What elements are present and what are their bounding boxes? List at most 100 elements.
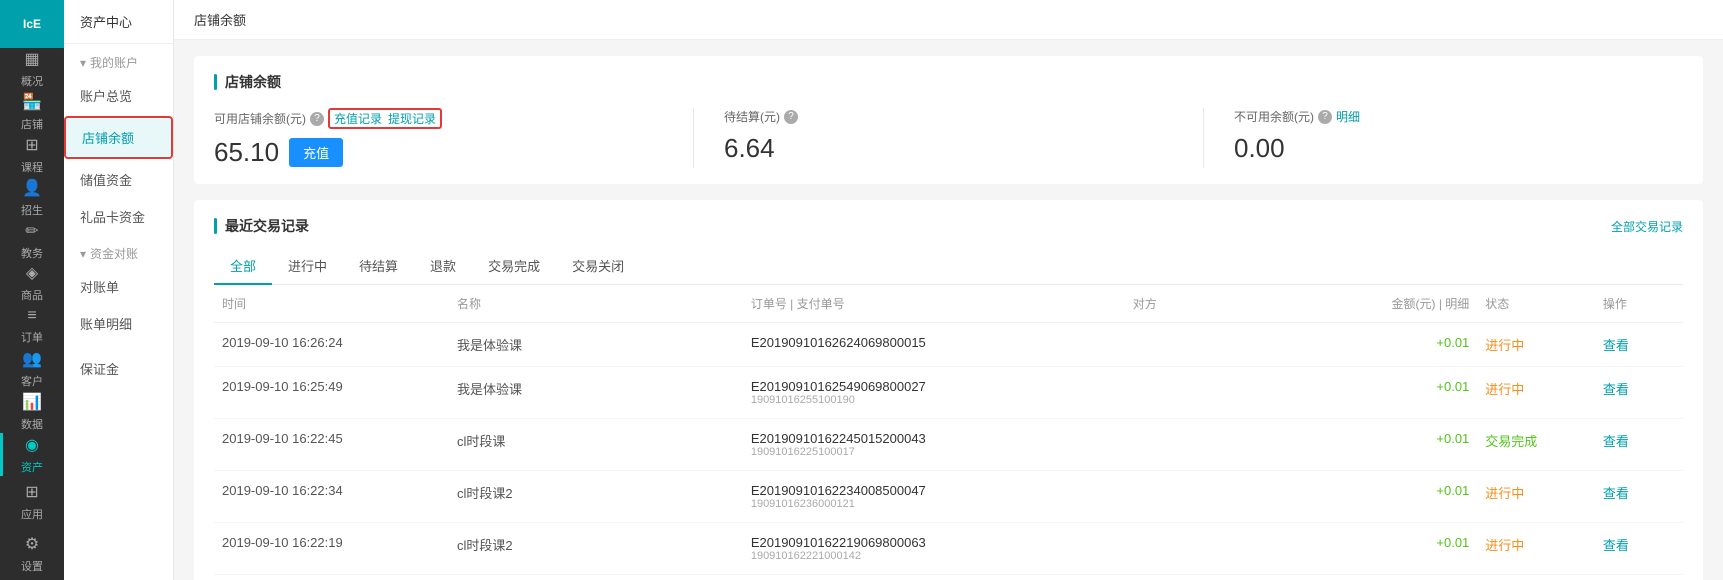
unavailable-detail-link[interactable]: 明细 [1336, 108, 1360, 125]
tab-inprogress[interactable]: 进行中 [272, 248, 343, 285]
cell-order-0: E20190910162624069800015 [743, 323, 1125, 367]
content-area: 店铺余额 可用店铺余额(元) ? 充值记录 提现记录 65.10 充值 [174, 40, 1723, 580]
cell-time-4: 2019-09-10 16:22:19 [214, 523, 449, 575]
teacher-icon: ✏ [25, 221, 38, 241]
unavailable-info-icon[interactable]: ? [1318, 110, 1332, 124]
cell-action-0[interactable]: 查看 [1595, 323, 1683, 367]
unavailable-value: 0.00 [1234, 133, 1683, 164]
cell-action-2[interactable]: 查看 [1595, 419, 1683, 471]
sidebar-item-asset[interactable]: ◉ 资产 [0, 433, 64, 476]
my-account-group: ▾ 我的账户 [64, 44, 173, 77]
sidebar-item-settings[interactable]: ⚙ 设置 [0, 528, 64, 580]
tab-all[interactable]: 全部 [214, 248, 272, 285]
sidebar-item-order[interactable]: ≡ 订单 [0, 305, 64, 348]
tab-refund[interactable]: 退款 [414, 248, 472, 285]
records-title: 最近交易记录 [214, 216, 309, 236]
col-status: 状态 [1477, 285, 1595, 323]
customer-icon: 👥 [22, 349, 42, 369]
nav-deposit[interactable]: 保证金 [64, 350, 173, 387]
tab-pending[interactable]: 待结算 [343, 248, 414, 285]
breadcrumb: 店铺余额 [174, 0, 1723, 40]
col-counterpart: 对方 [1125, 285, 1301, 323]
cell-counterpart-3 [1125, 471, 1301, 523]
sidebar-label-data: 数据 [21, 416, 43, 432]
sidebar-label-recruit: 招生 [21, 202, 43, 218]
cell-order-3: E20190910162234008500047 190910162360001… [743, 471, 1125, 523]
table-row: 2019-09-10 16:22:45 cl时段课 E2019091016224… [214, 419, 1683, 471]
cell-action-4[interactable]: 查看 [1595, 523, 1683, 575]
table-row: 2019-09-10 16:22:19 cl时段课2 E201909101622… [214, 523, 1683, 575]
sidebar-item-data[interactable]: 📊 数据 [0, 390, 64, 433]
settings-icon: ⚙ [25, 534, 39, 554]
tab-done[interactable]: 交易完成 [472, 248, 556, 285]
sidebar-item-overview[interactable]: ▦ 概况 [0, 48, 64, 91]
cell-action-3[interactable]: 查看 [1595, 471, 1683, 523]
data-icon: 📊 [22, 392, 42, 412]
app-logo: IcE [0, 0, 64, 48]
action-link-3: 查看 [1603, 486, 1629, 501]
nav-account-overview[interactable]: 账户总览 [64, 77, 173, 114]
recharge-record-link[interactable]: 充值记录 [334, 110, 382, 127]
sidebar-item-apps[interactable]: ⊞ 应用 [0, 476, 64, 528]
balance-divider-2 [1203, 108, 1204, 168]
sidebar-label-apps: 应用 [21, 506, 43, 522]
nav-account-bill[interactable]: 对账单 [64, 268, 173, 305]
view-all-link[interactable]: 全部交易记录 [1611, 218, 1683, 235]
action-link-0: 查看 [1603, 338, 1629, 353]
cell-counterpart-0 [1125, 323, 1301, 367]
action-link-4: 查看 [1603, 538, 1629, 553]
sidebar-item-goods[interactable]: ◈ 商品 [0, 262, 64, 305]
main-content: 店铺余额 店铺余额 可用店铺余额(元) ? 充值记录 提现记录 [174, 0, 1723, 580]
available-info-icon[interactable]: ? [310, 112, 324, 126]
sidebar-item-shop[interactable]: 🏪 店铺 [0, 91, 64, 134]
withdraw-record-link[interactable]: 提现记录 [388, 110, 436, 127]
cell-status-0: 进行中 [1477, 323, 1595, 367]
nav-store-balance[interactable]: 店铺余额 [66, 119, 171, 156]
cell-amount-1: +0.01 [1301, 367, 1477, 419]
second-nav-title: 资产中心 [64, 0, 173, 44]
available-balance-col: 可用店铺余额(元) ? 充值记录 提现记录 65.10 充值 [214, 108, 663, 168]
sidebar-item-course[interactable]: ⊞ 课程 [0, 134, 64, 177]
pending-info-icon[interactable]: ? [784, 110, 798, 124]
chevron-down-icon-2: ▾ [80, 247, 86, 261]
cell-status-1: 进行中 [1477, 367, 1595, 419]
sidebar-item-recruit[interactable]: 👤 招生 [0, 176, 64, 219]
cell-counterpart-4 [1125, 523, 1301, 575]
cell-name-0: 我是体验课 [449, 323, 743, 367]
nav-account-detail[interactable]: 账单明细 [64, 305, 173, 342]
goods-icon: ◈ [26, 263, 38, 283]
cell-order-1: E20190910162549069800027 190910162551001… [743, 367, 1125, 419]
asset-icon: ◉ [25, 435, 39, 455]
unavailable-balance-col: 不可用余额(元) ? 明细 0.00 [1234, 108, 1683, 164]
cell-status-4: 进行中 [1477, 523, 1595, 575]
course-icon: ⊞ [25, 135, 38, 155]
sidebar-item-customer[interactable]: 👥 客户 [0, 348, 64, 391]
nav-stored-value[interactable]: 储值资金 [64, 161, 173, 198]
action-link-2: 查看 [1603, 434, 1629, 449]
account-reconcile-group: ▾ 资金对账 [64, 235, 173, 268]
cell-time-0: 2019-09-10 16:26:24 [214, 323, 449, 367]
sidebar-label-goods: 商品 [21, 287, 43, 303]
tab-closed[interactable]: 交易关闭 [556, 248, 640, 285]
sidebar-item-teacher[interactable]: ✏ 教务 [0, 219, 64, 262]
pending-value: 6.64 [724, 133, 1173, 164]
sidebar-label-settings: 设置 [21, 558, 43, 574]
col-order: 订单号 | 支付单号 [743, 285, 1125, 323]
col-name: 名称 [449, 285, 743, 323]
nav-gift-card[interactable]: 礼品卡资金 [64, 198, 173, 235]
sidebar-label-asset: 资产 [21, 459, 43, 475]
sidebar-label-course: 课程 [21, 159, 43, 175]
records-section: 最近交易记录 全部交易记录 全部 进行中 待结算 退款 交易完成 交易关闭 时间… [194, 200, 1703, 580]
col-action: 操作 [1595, 285, 1683, 323]
col-time: 时间 [214, 285, 449, 323]
cell-action-1[interactable]: 查看 [1595, 367, 1683, 419]
pending-label: 待结算(元) ? [724, 108, 1173, 125]
recharge-button[interactable]: 充值 [289, 138, 343, 167]
cell-name-1: 我是体验课 [449, 367, 743, 419]
cell-time-3: 2019-09-10 16:22:34 [214, 471, 449, 523]
balance-section: 店铺余额 可用店铺余额(元) ? 充值记录 提现记录 65.10 充值 [194, 56, 1703, 184]
available-label: 可用店铺余额(元) ? 充值记录 提现记录 [214, 108, 663, 129]
table-row: 2019-09-10 16:25:49 我是体验课 E2019091016254… [214, 367, 1683, 419]
balance-divider-1 [693, 108, 694, 168]
sidebar-bottom: ⊞ 应用 ⚙ 设置 [0, 476, 64, 580]
